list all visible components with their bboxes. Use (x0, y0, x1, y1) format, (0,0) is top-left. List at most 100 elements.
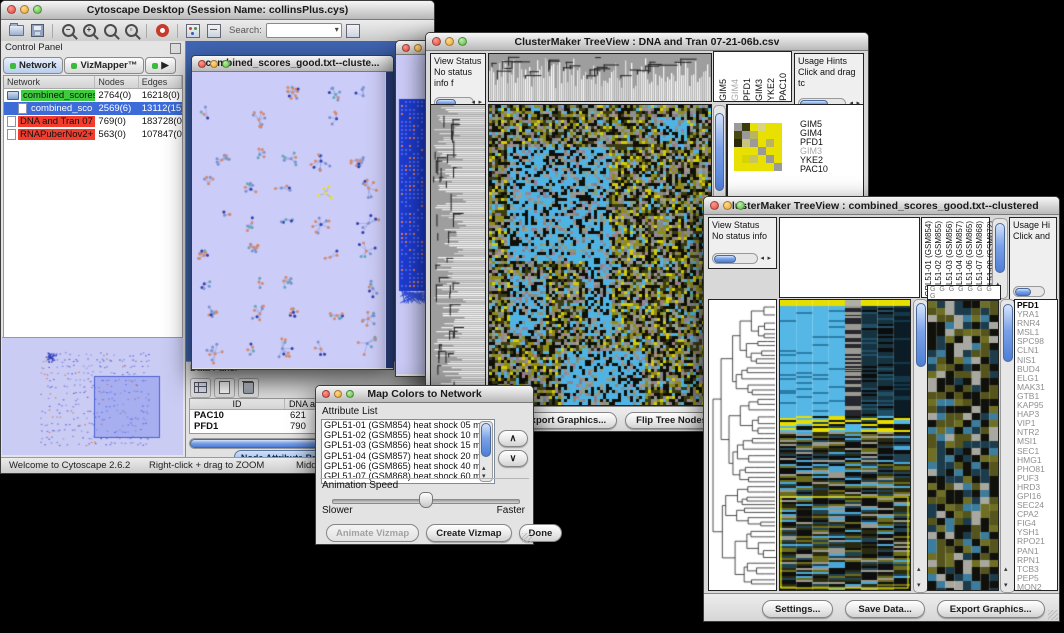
zoom-window-icon[interactable] (222, 60, 230, 68)
dialog-button[interactable]: Create Vizmap (426, 524, 511, 542)
treeview-button[interactable]: Export Graphics... (937, 600, 1045, 618)
open-session-button[interactable] (6, 22, 26, 40)
detail-heatmap-canvas[interactable] (928, 301, 998, 590)
close-icon[interactable] (402, 44, 410, 52)
genelist-vscrollbar[interactable]: ▴ ▾ (1000, 299, 1015, 593)
array-label[interactable]: PAC10 (778, 73, 789, 101)
attribute-item[interactable]: GPL51-06 (GSM865) heat shock 40 min (322, 461, 494, 471)
vizmapper-button[interactable] (183, 22, 203, 40)
col-edges[interactable]: Edges (139, 76, 182, 88)
network-row[interactable]: DNA and Tran 07 769(0) 183728(0) (4, 115, 182, 128)
help-button[interactable] (152, 22, 172, 40)
attribute-select-button[interactable] (190, 378, 211, 398)
delete-attribute-button[interactable] (238, 378, 259, 398)
control-panel-tab[interactable]: Network (3, 57, 63, 74)
row-dendrogram-canvas[interactable] (709, 300, 776, 590)
window-controls[interactable] (7, 5, 42, 14)
zoom-selected-button[interactable] (100, 22, 120, 40)
zoom-fit-button[interactable]: ▫ (121, 22, 141, 40)
close-icon[interactable] (432, 37, 441, 46)
col-nodes[interactable]: Nodes (95, 76, 138, 88)
zoom-window-icon[interactable] (736, 201, 745, 210)
gene-item[interactable]: MON2 (1017, 583, 1055, 591)
zoom-window-icon[interactable] (33, 5, 42, 14)
minimize-icon[interactable] (20, 5, 29, 14)
array-label[interactable]: GIM5 (718, 79, 729, 101)
zoom-out-button[interactable]: − (58, 22, 78, 40)
zoom-window-icon[interactable] (458, 37, 467, 46)
scroll-up-icon[interactable]: ▴ (917, 566, 921, 574)
control-panel-tab[interactable]: ▶ (145, 57, 175, 74)
close-icon[interactable] (198, 60, 206, 68)
plugin-button[interactable] (343, 22, 363, 40)
save-session-button[interactable] (27, 22, 47, 40)
control-panel-tab[interactable]: VizMapper™ (64, 57, 144, 74)
attribute-item[interactable]: GPL51-04 (GSM857) heat shock 20 min (322, 451, 494, 461)
treeview2-titlebar[interactable]: ClusterMaker TreeView : combined_scores_… (704, 197, 1059, 215)
column-dendrogram-canvas[interactable] (489, 54, 711, 101)
array-label[interactable]: PFD1 (742, 78, 753, 101)
attribute-list: GPL51-01 (GSM854) heat shock 05 minGPL51… (321, 419, 495, 484)
birdseye-view[interactable] (2, 337, 183, 455)
network-row[interactable]: RNAPuberNov2+ 563(0) 107847(0) (4, 128, 182, 141)
main-titlebar[interactable]: Cytoscape Desktop (Session Name: collins… (1, 1, 434, 20)
document-icon (7, 116, 16, 127)
control-panel: Control Panel NetworkVizMapper™▶ Network… (1, 41, 186, 458)
minimize-icon[interactable] (723, 201, 732, 210)
resize-grip[interactable] (522, 533, 532, 543)
array-label[interactable]: YKE2 (766, 78, 777, 101)
array-label[interactable]: GIM3 (754, 79, 765, 101)
heatmap-vscrollbar[interactable]: ▴ ▾ (913, 299, 928, 593)
gene-item[interactable]: PAC10 (800, 165, 860, 174)
minimize-icon[interactable] (210, 60, 218, 68)
zoom-in-button[interactable]: + (79, 22, 99, 40)
array-label[interactable]: GIM4 (730, 79, 741, 101)
annotation-button[interactable] (204, 22, 224, 40)
zoom-window-icon[interactable] (346, 390, 354, 398)
usage-hints-scrollbar[interactable] (1013, 286, 1045, 297)
map-dialog-titlebar[interactable]: Map Colors to Network (316, 386, 533, 403)
col-network[interactable]: Network (4, 76, 95, 88)
move-up-button[interactable]: ∧ (498, 430, 528, 447)
attribute-item[interactable]: GPL51-02 (GSM855) heat shock 10 min (322, 430, 494, 440)
new-attribute-button[interactable] (214, 378, 235, 398)
close-icon[interactable] (322, 390, 330, 398)
minimize-icon[interactable] (334, 390, 342, 398)
close-icon[interactable] (710, 201, 719, 210)
close-icon[interactable] (7, 5, 16, 14)
search-input[interactable]: ▾ (266, 23, 342, 38)
treeview-button[interactable]: Settings... (762, 600, 833, 618)
scroll-up-icon[interactable]: ▴ (482, 465, 486, 473)
attribute-item[interactable]: GPL51-01 (GSM854) heat shock 05 min (322, 420, 494, 430)
scroll-up-icon[interactable]: ▴ (1004, 566, 1008, 574)
col-id[interactable]: ID (190, 399, 285, 409)
map-dialog-title: Map Colors to Network (367, 388, 481, 400)
attribute-item[interactable]: GPL51-03 (GSM856) heat shock 15 min (322, 440, 494, 450)
minimize-icon[interactable] (414, 44, 422, 52)
dialog-button[interactable]: Animate Vizmap (326, 524, 419, 542)
minimize-icon[interactable] (445, 37, 454, 46)
resize-grip[interactable] (1048, 610, 1058, 620)
heatmap-canvas[interactable] (780, 300, 910, 590)
scroll-right-icon[interactable]: ▸ (767, 255, 771, 263)
scroll-down-icon[interactable]: ▾ (917, 582, 921, 590)
float-panel-icon[interactable] (170, 43, 181, 54)
row-dendrogram-canvas[interactable] (431, 105, 485, 405)
network-vscrollbar[interactable] (386, 72, 393, 368)
scroll-down-icon[interactable]: ▾ (482, 473, 486, 481)
network-row[interactable]: combined_sco 2569(6) 13112(15) (4, 102, 182, 115)
treeview1-titlebar[interactable]: ClusterMaker TreeView : DNA and Tran 07-… (426, 33, 868, 51)
network-view-titlebar[interactable]: combined_scores_good.txt--cluste... (192, 56, 393, 72)
slider-thumb[interactable] (419, 492, 433, 508)
search-dropdown-icon[interactable]: ▾ (335, 25, 339, 34)
view-status-scrollbar[interactable] (712, 253, 758, 264)
heatmap-canvas[interactable] (489, 105, 711, 405)
treeview-button[interactable]: Save Data... (845, 600, 924, 618)
attribute-list-scrollbar[interactable]: ▴ ▾ (479, 421, 493, 482)
birdseye-canvas[interactable] (2, 338, 183, 455)
scroll-left-icon[interactable]: ◂ (760, 255, 764, 263)
network-canvas[interactable] (192, 72, 385, 368)
scroll-down-icon[interactable]: ▾ (1004, 582, 1008, 590)
network-row[interactable]: combined_scores 2764(0) 16218(0) (4, 89, 182, 102)
move-down-button[interactable]: ∨ (498, 450, 528, 467)
